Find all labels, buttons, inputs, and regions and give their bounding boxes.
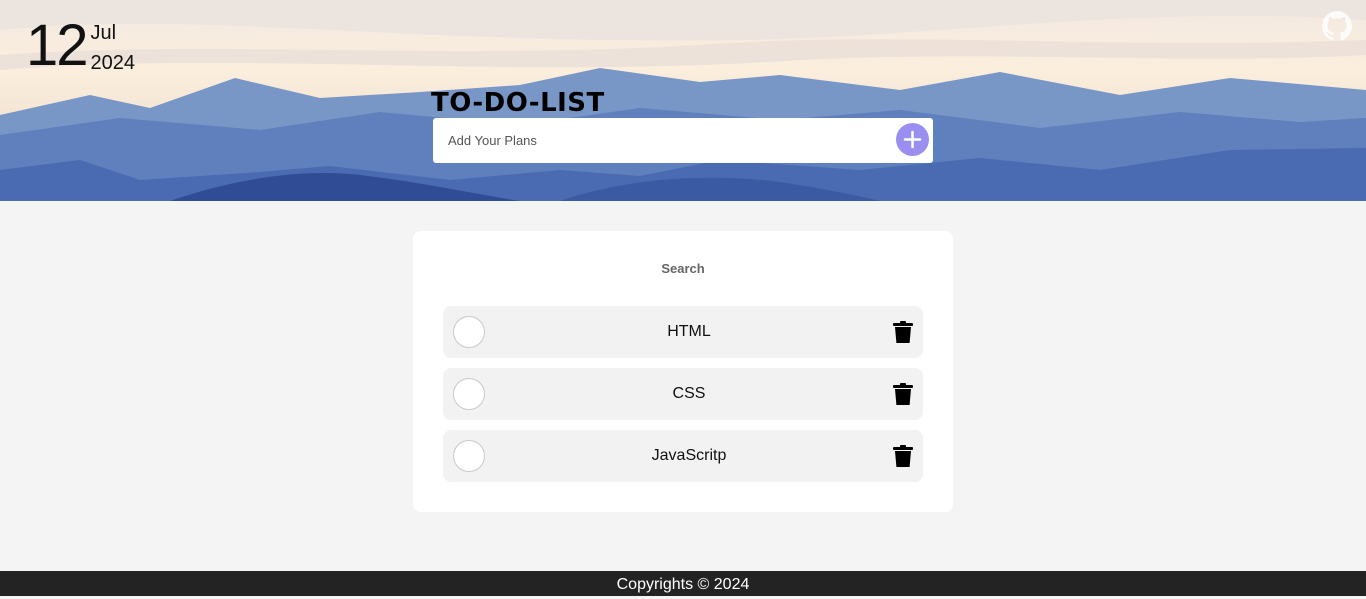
task-label: CSS [672,385,706,402]
task-label: HTML [667,323,711,340]
trash-icon[interactable] [893,445,913,467]
date-year: 2024 [90,52,136,74]
trash-icon[interactable] [893,383,913,405]
trash-icon[interactable] [893,321,913,343]
plus-icon [903,130,922,149]
task-item: HTML [443,306,923,358]
add-task-bar [433,118,933,163]
page-title: TO-DO-LIST [431,88,605,118]
footer-copyright: Copyrights © 2024 [616,576,750,593]
date-month-year: Jul 2024 [91,18,136,78]
add-task-button[interactable] [896,123,929,156]
task-label: JavaScritp [651,447,727,464]
date-month: Jul [90,22,117,44]
search-label[interactable]: Search [413,261,953,276]
header-banner [0,0,1366,201]
add-task-input[interactable] [433,118,883,163]
task-item: CSS [443,368,923,420]
github-icon[interactable] [1322,11,1352,41]
current-date: 12 Jul 2024 [26,14,135,78]
footer: Copyrights © 2024 [0,571,1366,596]
task-item: JavaScritp [443,430,923,482]
date-day: 12 [26,13,88,78]
mountain-landscape [0,0,1366,201]
task-list-card: Search HTML CSS JavaScritp [413,231,953,512]
